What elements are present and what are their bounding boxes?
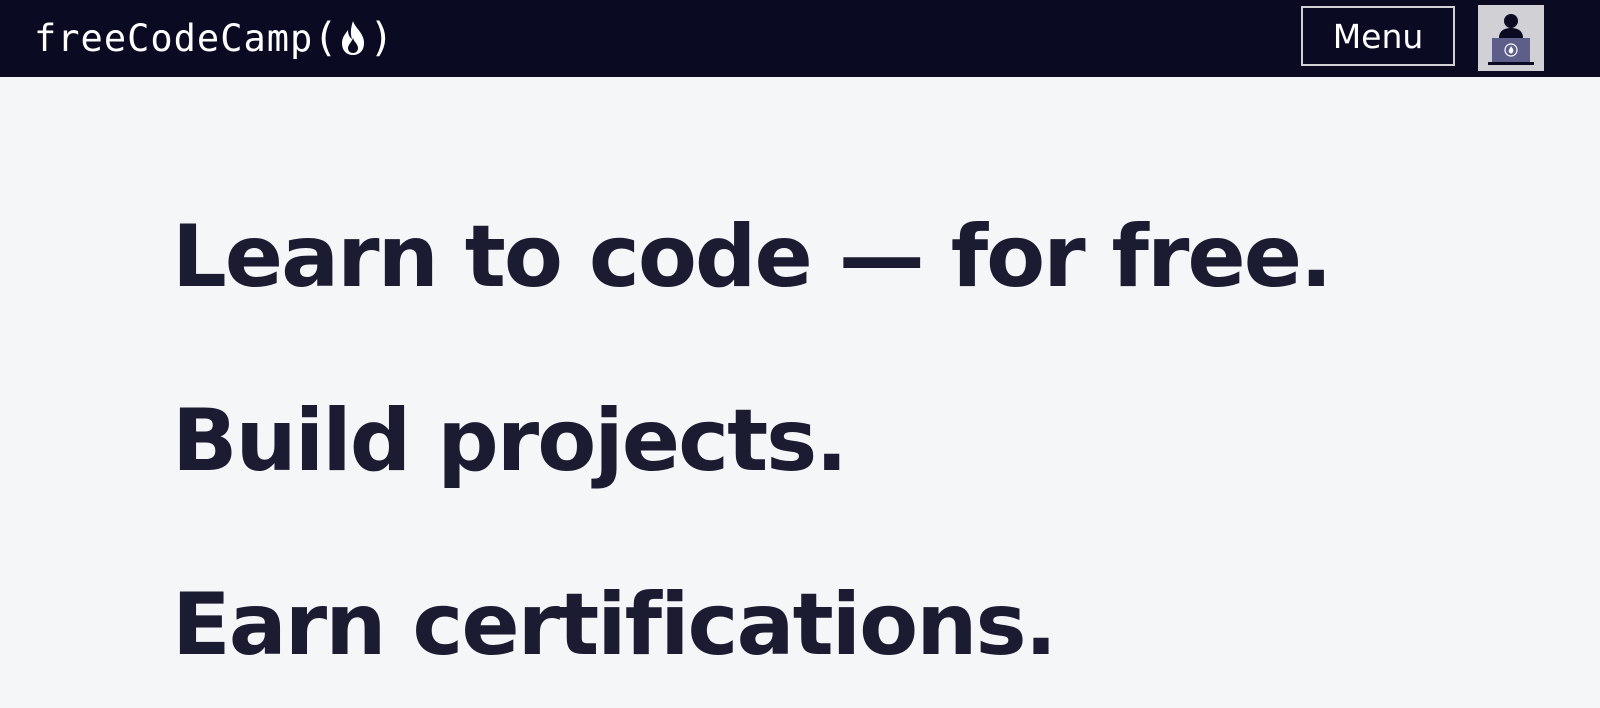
- freecodecamp-logo[interactable]: freeCodeCamp ( ): [34, 10, 394, 66]
- logo-text: freeCodeCamp: [34, 16, 314, 60]
- flame-icon: [338, 18, 368, 58]
- logo-open-paren: (: [313, 15, 338, 61]
- logo-close-paren: ): [369, 15, 394, 61]
- hero-heading-learn: Learn to code — for free.: [172, 207, 1333, 307]
- top-navbar: freeCodeCamp ( ) Menu: [0, 0, 1600, 77]
- menu-button[interactable]: Menu: [1301, 6, 1455, 66]
- user-avatar-icon[interactable]: [1478, 5, 1544, 71]
- hero-heading-earn: Earn certifications.: [172, 575, 1057, 675]
- hero-heading-build: Build projects.: [172, 391, 848, 491]
